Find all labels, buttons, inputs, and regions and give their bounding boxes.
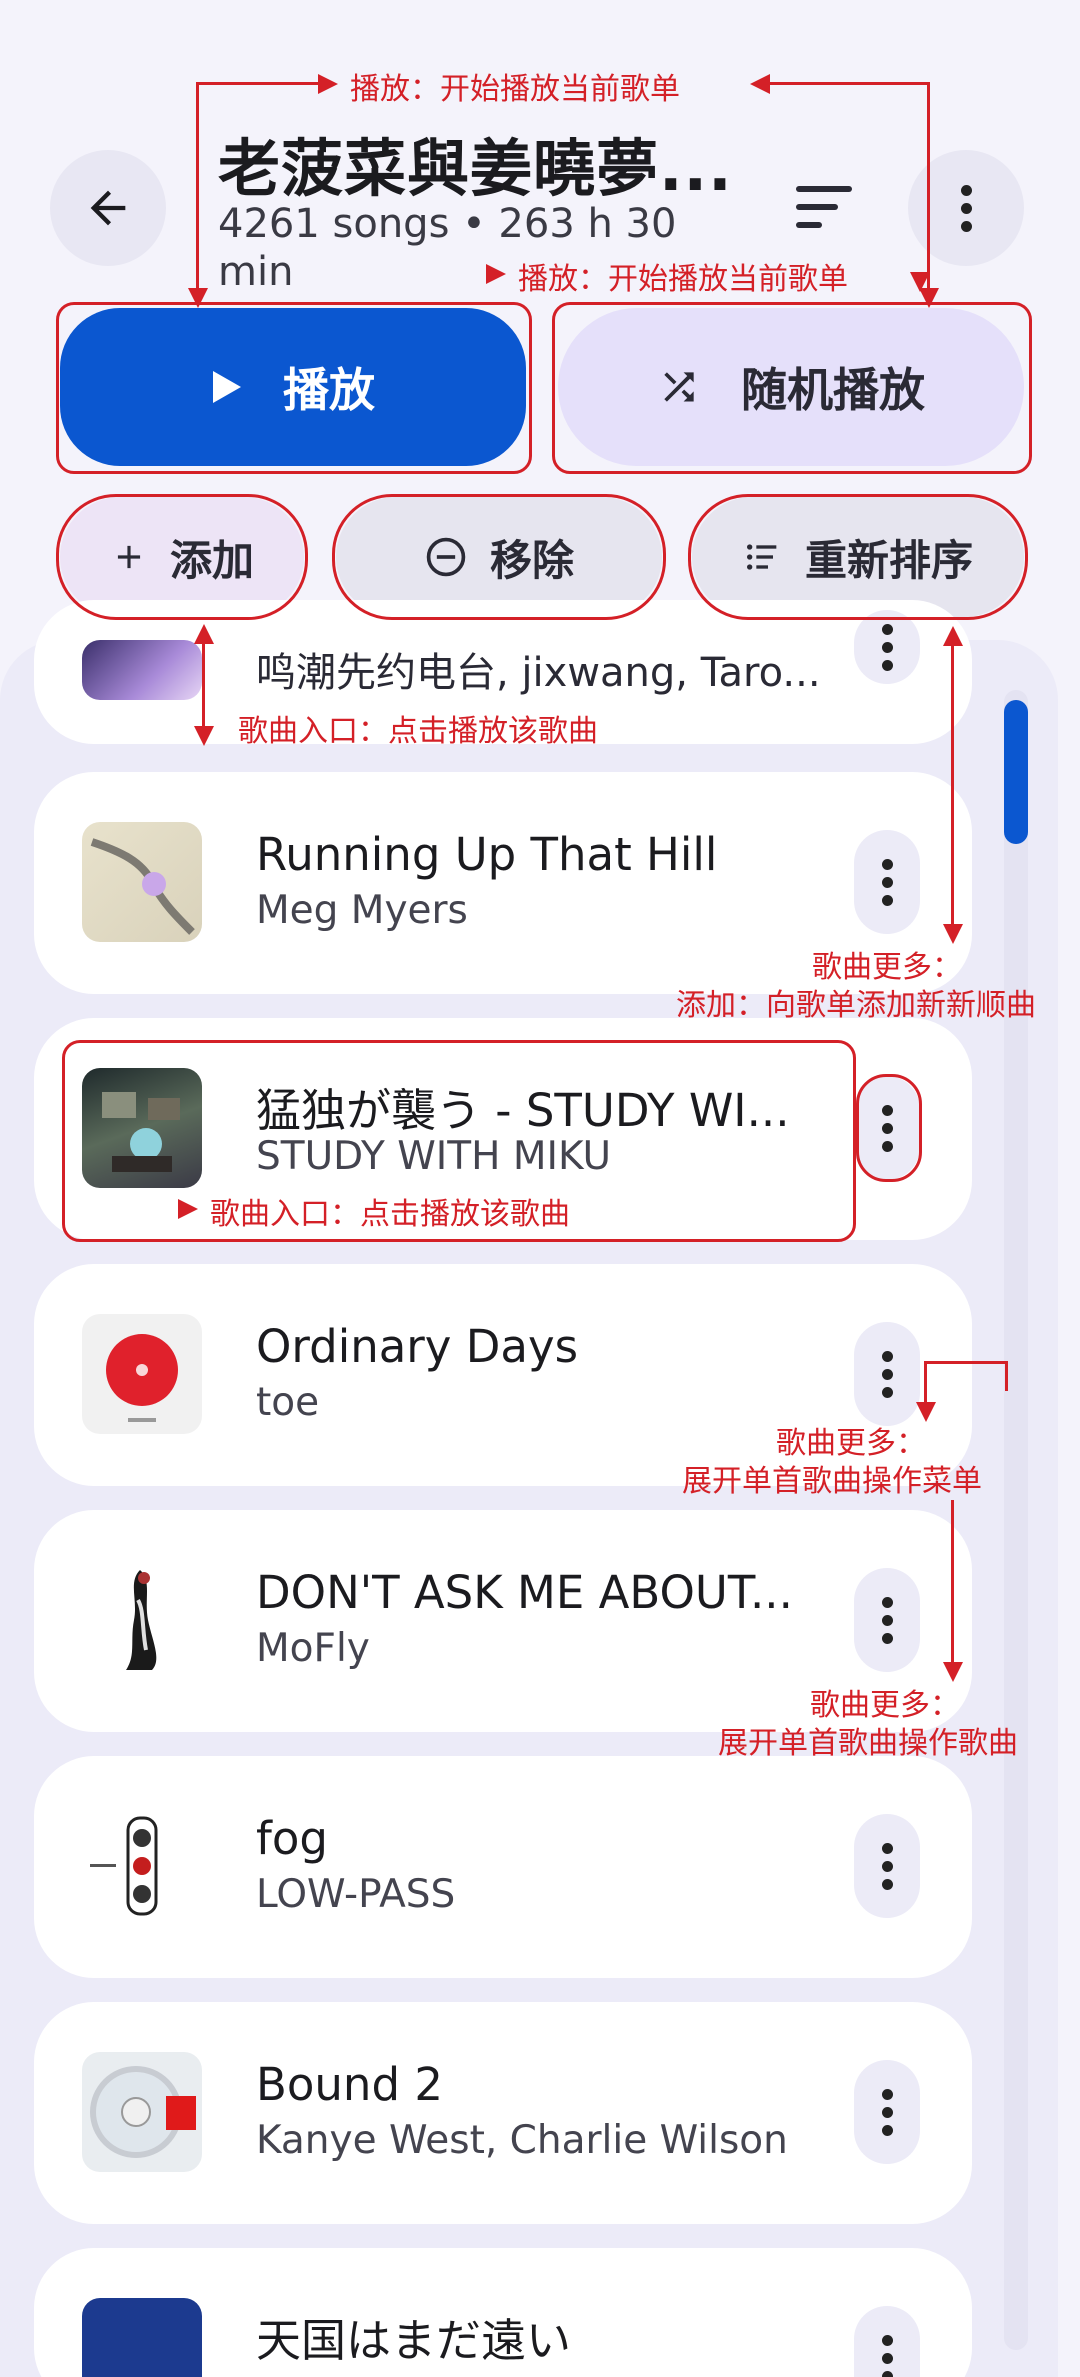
song-artist: toe <box>256 1380 320 1425</box>
more-vert-icon <box>881 1596 893 1644</box>
annotation-play-right: 播放：开始播放当前歌单 <box>518 262 848 297</box>
annotation-arrow <box>750 74 770 94</box>
song-more-button[interactable] <box>854 1322 920 1426</box>
annotation-song-entry-1: 歌曲入口：点击播放该歌曲 <box>238 714 598 749</box>
album-cover <box>82 2298 202 2377</box>
album-cover <box>82 1560 202 1680</box>
playlist-title: 老菠菜與姜曉夢... <box>218 132 733 205</box>
playlist-more-button[interactable] <box>908 150 1024 266</box>
annotation-arrow <box>178 1199 198 1219</box>
song-title: Running Up That Hill <box>256 828 718 881</box>
annotation-line <box>196 82 326 85</box>
song-title: Bound 2 <box>256 2058 443 2111</box>
song-title: fog <box>256 1812 328 1865</box>
arrow-left-icon <box>90 190 126 226</box>
song-more-button[interactable] <box>854 1814 920 1918</box>
more-vert-icon <box>881 858 893 906</box>
annotation-line <box>927 82 930 292</box>
album-cover <box>82 1806 202 1926</box>
song-title: DON'T ASK ME ABOUT... <box>256 1566 793 1619</box>
annotation-line <box>924 1361 1008 1364</box>
annotation-arrow <box>318 74 338 94</box>
annotation-song-more-3b: 展开单首歌曲操作歌曲 <box>718 1726 1018 1761</box>
annotation-arrow <box>943 1662 963 1682</box>
annotation-arrow <box>194 726 214 746</box>
more-vert-icon <box>881 623 893 671</box>
annotation-arrow <box>943 924 963 944</box>
annotation-line <box>196 82 199 292</box>
annotation-song-more-2b: 展开单首歌曲操作菜单 <box>682 1464 982 1499</box>
annotation-arrow <box>943 626 963 646</box>
scrollbar-track[interactable] <box>1004 690 1028 2350</box>
annotation-arrow <box>194 624 214 644</box>
annotation-box-add <box>56 494 308 620</box>
more-vert-icon <box>960 184 972 232</box>
annotation-box-remove <box>332 494 666 620</box>
annotation-song-more-1b: 添加：向歌单添加新新顺曲 <box>676 988 1036 1023</box>
song-artist: LOW-PASS <box>256 1872 456 1917</box>
annotation-box-play <box>56 302 532 474</box>
album-cover <box>82 640 202 700</box>
annotation-line <box>951 1500 954 1668</box>
sort-icon <box>796 186 852 228</box>
annotation-line <box>202 636 205 736</box>
song-more-button[interactable] <box>854 610 920 684</box>
song-artist: MoFly <box>256 1626 370 1671</box>
song-artist: Kanye West, Charlie Wilson <box>256 2118 788 2163</box>
annotation-line <box>1005 1361 1008 1391</box>
back-button[interactable] <box>50 150 166 266</box>
song-more-button[interactable] <box>854 2306 920 2377</box>
song-artist: 鸣潮先约电台, jixwang, Taro... <box>256 650 821 696</box>
more-vert-icon <box>881 2088 893 2136</box>
song-item[interactable]: Bound 2 Kanye West, Charlie Wilson <box>34 2002 972 2224</box>
annotation-arrow <box>486 264 506 284</box>
more-vert-icon <box>881 1350 893 1398</box>
song-title: 天国はまだ遠い <box>256 2314 572 2367</box>
album-cover <box>82 1314 202 1434</box>
scrollbar-thumb[interactable] <box>1004 700 1028 844</box>
annotation-box-song-more <box>856 1074 922 1182</box>
annotation-song-entry-2: 歌曲入口：点击播放该歌曲 <box>210 1197 570 1232</box>
annotation-box-shuffle <box>552 302 1032 474</box>
more-vert-icon <box>881 1842 893 1890</box>
song-artist: Meg Myers <box>256 888 468 933</box>
album-cover <box>82 822 202 942</box>
song-more-button[interactable] <box>854 830 920 934</box>
annotation-line <box>951 640 954 930</box>
annotation-play-top: 播放：开始播放当前歌单 <box>350 72 680 107</box>
more-vert-icon <box>881 2334 893 2377</box>
album-cover <box>82 2052 202 2172</box>
song-title: Ordinary Days <box>256 1320 579 1373</box>
annotation-box-reorder <box>688 494 1028 620</box>
song-item[interactable]: 天国はまだ遠い <box>34 2248 972 2377</box>
song-item[interactable]: fog LOW-PASS <box>34 1756 972 1978</box>
annotation-arrow <box>910 272 930 292</box>
song-more-button[interactable] <box>854 2060 920 2164</box>
song-more-button[interactable] <box>854 1568 920 1672</box>
annotation-line <box>768 82 930 85</box>
sort-button[interactable] <box>790 180 860 236</box>
